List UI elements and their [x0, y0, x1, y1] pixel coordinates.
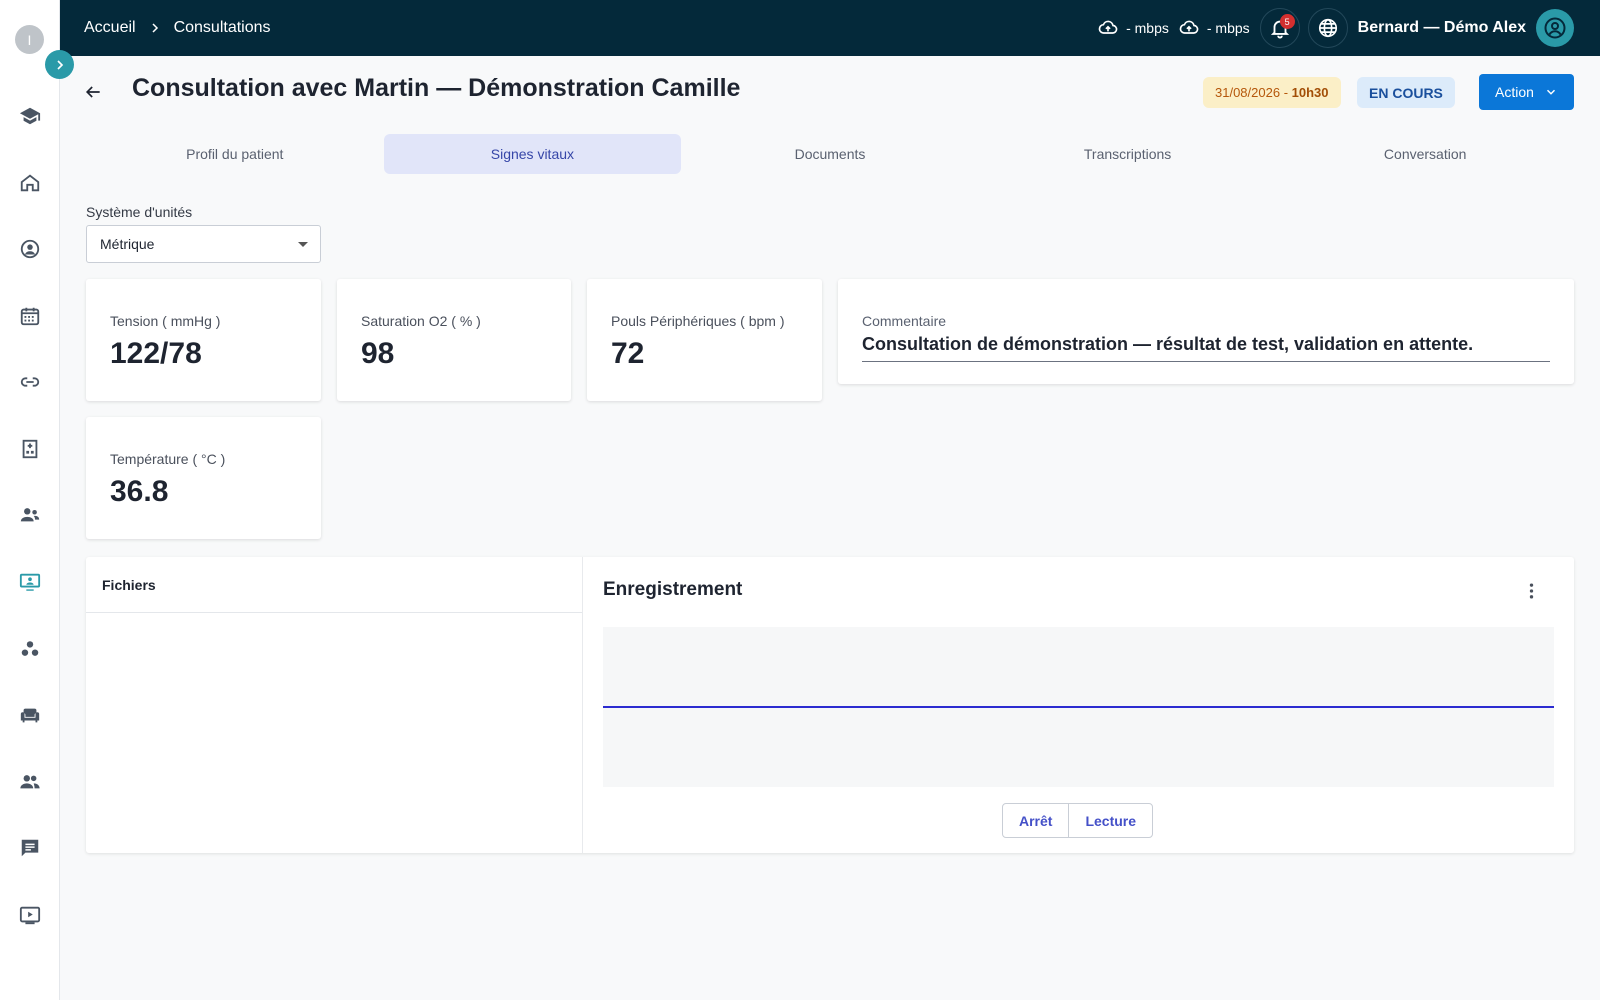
action-button[interactable]: Action	[1479, 74, 1574, 110]
tab-vital-signs[interactable]: Signes vitaux	[383, 134, 682, 174]
download-speed-indicator: - mbps	[1179, 18, 1250, 38]
sidebar-item-links[interactable]	[15, 367, 45, 397]
sidebar-item-waiting-room[interactable]	[15, 700, 45, 730]
language-button[interactable]	[1307, 8, 1348, 48]
notification-count-badge: 5	[1279, 14, 1295, 29]
appointment-date-badge: 31/08/2026 - 10h30	[1203, 77, 1341, 108]
hospital-icon	[22, 439, 38, 459]
top-bar-actions: - mbps - mbps 5 Bernard — Démo Alex	[1098, 0, 1600, 56]
vital-value: 122/78	[110, 337, 202, 370]
chevron-right-icon	[56, 59, 63, 70]
recording-menu-button[interactable]	[1521, 579, 1541, 603]
tab-documents[interactable]: Documents	[681, 134, 979, 174]
comment-field[interactable]: Consultation de démonstration — résultat…	[862, 334, 1550, 362]
status-badge: EN COURS	[1357, 77, 1455, 108]
appointment-date: 31/08/2026	[1215, 85, 1281, 100]
upload-speed-label: - mbps	[1126, 20, 1169, 36]
calendar-icon	[20, 307, 40, 326]
appointment-date-separator: -	[1280, 85, 1292, 100]
sidebar-item-training[interactable]	[15, 101, 45, 131]
sidebar-avatar[interactable]: I	[15, 25, 44, 54]
vital-label: Température ( °C )	[110, 451, 226, 467]
vital-label: Saturation O2 ( % )	[361, 313, 481, 329]
sidebar: I	[0, 0, 60, 1000]
chevron-right-icon	[150, 23, 160, 33]
graduation-cap-icon	[19, 107, 41, 125]
files-recording-panel: Fichiers Enregistrement Arrêt Lecture	[86, 557, 1574, 853]
sidebar-item-people[interactable]	[15, 767, 45, 797]
sidebar-toggle-button[interactable]	[45, 50, 74, 79]
tab-transcriptions[interactable]: Transcriptions	[979, 134, 1277, 174]
tab-conversation[interactable]: Conversation	[1276, 134, 1574, 174]
user-name[interactable]: Bernard — Démo Alex	[1358, 19, 1526, 37]
audio-waveform[interactable]	[603, 627, 1554, 787]
tab-patient-profile[interactable]: Profil du patient	[86, 134, 384, 174]
sofa-icon	[20, 708, 40, 723]
arrow-left-icon	[85, 86, 100, 98]
link-icon	[20, 377, 40, 387]
recording-controls: Arrêt Lecture	[1002, 803, 1154, 838]
waveform-line	[603, 706, 1554, 708]
page-title: Consultation avec Martin — Démonstration…	[132, 74, 741, 102]
vital-card-blood-pressure: Tension ( mmHg ) 122/78	[86, 279, 321, 401]
doctor-icon	[20, 239, 40, 259]
download-speed-label: - mbps	[1206, 20, 1250, 36]
chat-icon	[21, 839, 39, 857]
home-icon	[20, 174, 40, 192]
top-bar: Accueil Consultations - mbps - mbps 5 Be…	[60, 0, 1600, 56]
appointment-time: 10h30	[1291, 85, 1329, 100]
teleconsultation-icon	[19, 573, 41, 591]
video-icon	[19, 906, 41, 925]
globe-icon	[1318, 18, 1337, 38]
notifications-button[interactable]: 5	[1259, 8, 1300, 48]
dropdown-arrow-icon	[298, 242, 308, 247]
people-icon	[20, 775, 40, 789]
stop-button[interactable]: Arrêt	[1002, 803, 1070, 838]
bubbles-icon	[21, 641, 39, 656]
vital-card-oxygen-saturation: Saturation O2 ( % ) 98	[337, 279, 571, 401]
breadcrumb-current: Consultations	[173, 19, 271, 36]
vital-value: 72	[611, 337, 645, 370]
breadcrumb-home-link[interactable]: Accueil	[84, 19, 136, 37]
chevron-down-icon	[1546, 89, 1555, 95]
units-select[interactable]: Métrique	[86, 225, 321, 263]
sidebar-item-doctors[interactable]	[15, 234, 45, 264]
files-section: Fichiers	[86, 557, 583, 853]
cloud-upload-icon	[1098, 20, 1118, 34]
consultation-tabs: Profil du patient Signes vitaux Document…	[86, 134, 1574, 174]
play-button[interactable]: Lecture	[1068, 803, 1154, 838]
recording-title: Enregistrement	[603, 579, 743, 600]
sidebar-item-messages[interactable]	[15, 833, 45, 863]
sidebar-item-hospital[interactable]	[15, 434, 45, 464]
user-group-icon	[20, 508, 40, 522]
cloud-upload-icon	[1179, 20, 1199, 34]
sidebar-item-calendar[interactable]	[15, 301, 45, 331]
back-button[interactable]	[80, 79, 106, 105]
comment-card: Commentaire Consultation de démonstratio…	[838, 279, 1574, 384]
sidebar-item-home[interactable]	[15, 168, 45, 198]
vital-card-pulse: Pouls Périphériques ( bpm ) 72	[587, 279, 822, 401]
more-vertical-icon	[1529, 583, 1533, 599]
vital-label: Tension ( mmHg )	[110, 313, 221, 329]
sidebar-item-videos[interactable]	[15, 900, 45, 930]
vital-value: 36.8	[110, 475, 169, 508]
comment-label: Commentaire	[862, 313, 947, 329]
user-avatar-button[interactable]	[1536, 9, 1574, 47]
files-title: Fichiers	[86, 557, 582, 613]
units-select-value: Métrique	[100, 236, 155, 252]
upload-speed-indicator: - mbps	[1098, 18, 1169, 38]
account-circle-icon	[1544, 17, 1566, 39]
vital-value: 98	[361, 337, 395, 370]
breadcrumb: Accueil Consultations	[84, 0, 271, 56]
vital-card-temperature: Température ( °C ) 36.8	[86, 417, 321, 539]
sidebar-item-teleconsultation[interactable]	[15, 567, 45, 597]
action-button-label: Action	[1495, 84, 1534, 100]
sidebar-item-bubbles[interactable]	[15, 634, 45, 664]
sidebar-item-groups[interactable]	[15, 500, 45, 530]
units-label: Système d'unités	[86, 204, 193, 220]
vital-label: Pouls Périphériques ( bpm )	[611, 313, 785, 329]
